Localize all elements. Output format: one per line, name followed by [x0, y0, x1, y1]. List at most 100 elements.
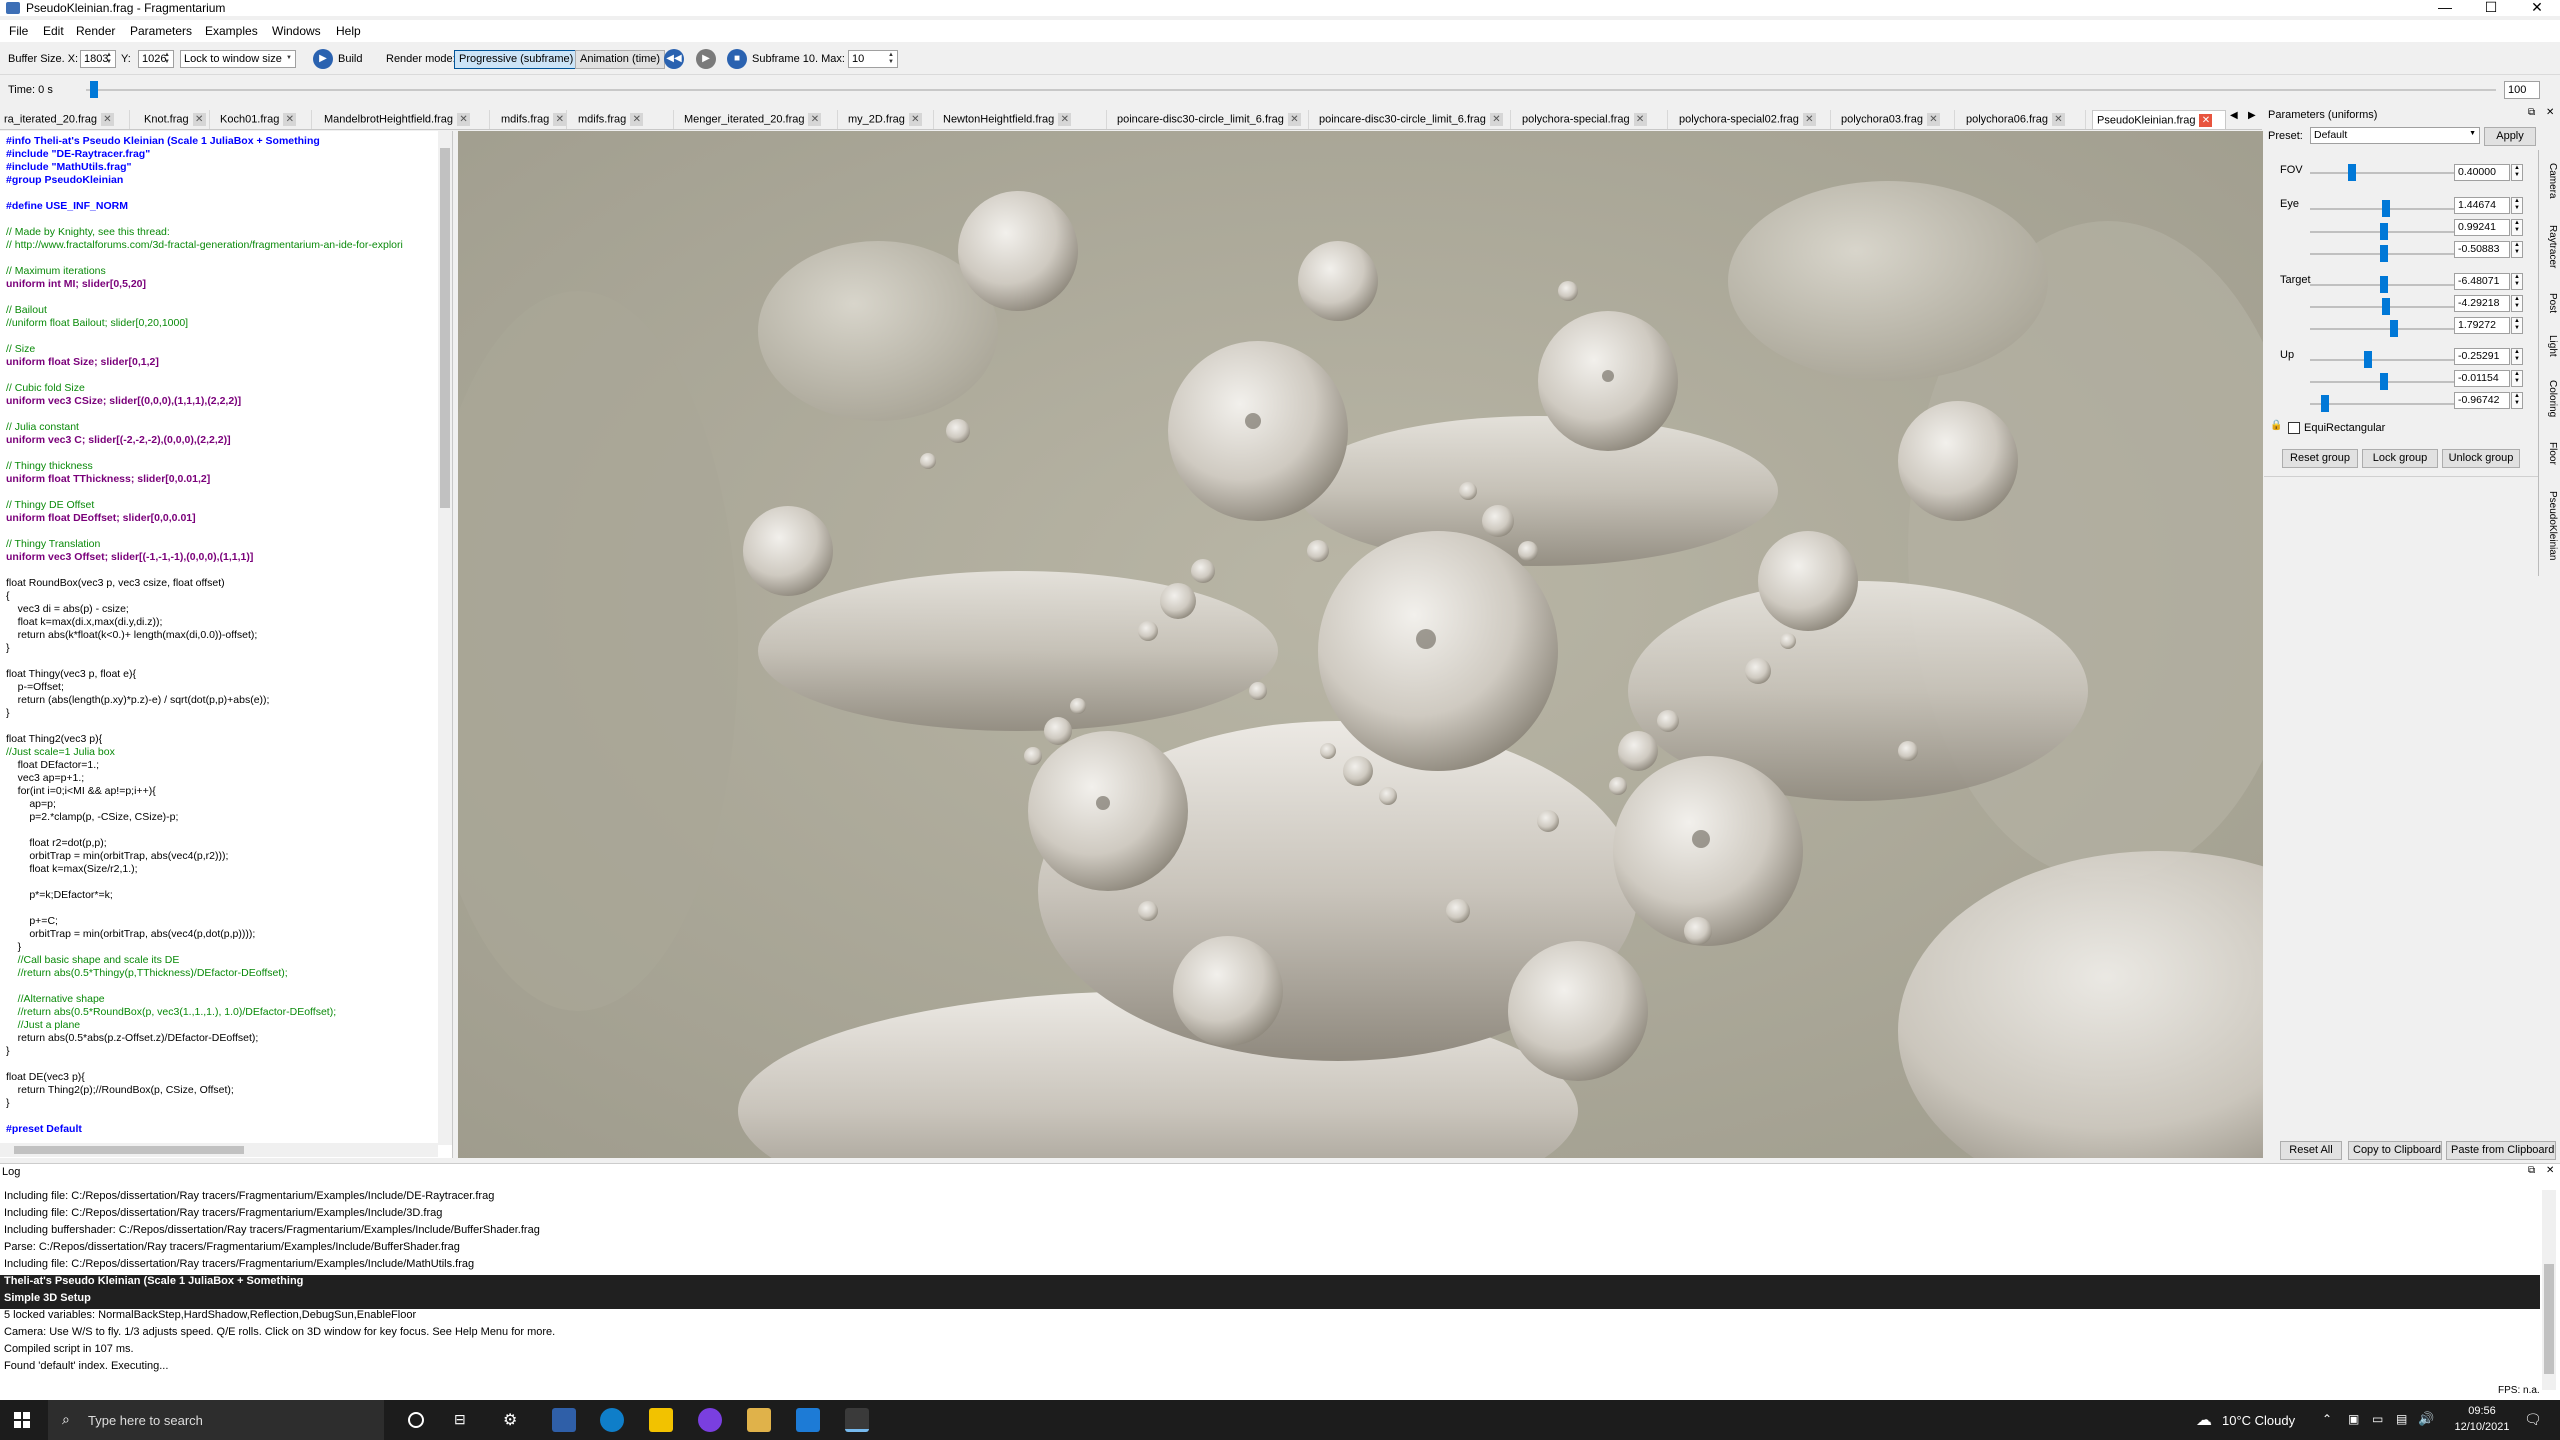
notifications-icon[interactable]: 🗨 [2524, 1411, 2542, 1428]
code-line[interactable] [6, 824, 438, 837]
menu-examples[interactable]: Examples [205, 24, 258, 38]
equirectangular-checkbox[interactable] [2288, 422, 2300, 434]
code-line[interactable] [6, 291, 438, 304]
code-line[interactable] [6, 876, 438, 889]
maximize-button[interactable]: ☐ [2468, 0, 2514, 16]
code-line[interactable] [6, 902, 438, 915]
edge-browser-icon[interactable] [600, 1408, 624, 1432]
code-line[interactable]: } [6, 642, 438, 655]
code-line[interactable] [6, 720, 438, 733]
code-line[interactable]: float RoundBox(vec3 p, vec3 csize, float… [6, 577, 438, 590]
code-line[interactable]: p+=C; [6, 915, 438, 928]
code-line[interactable] [6, 447, 438, 460]
code-line[interactable]: #preset Default [6, 1123, 438, 1135]
stop-icon[interactable]: ■ [727, 49, 747, 69]
close-tab-icon[interactable]: ✕ [2199, 114, 2213, 127]
code-line[interactable]: // http://www.fractalforums.com/3d-fract… [6, 239, 438, 252]
file-explorer-icon[interactable] [747, 1408, 771, 1432]
code-line[interactable]: //return abs(0.5*RoundBox(p, vec3(1.,1.,… [6, 1006, 438, 1019]
code-line[interactable]: // Thingy Translation [6, 538, 438, 551]
task-view-icon[interactable]: ⊟ [454, 1411, 466, 1428]
lock-icon[interactable]: 🔒 [2270, 420, 2282, 434]
close-tab-icon[interactable]: ✕ [630, 113, 644, 126]
close-tab-icon[interactable]: ✕ [1287, 113, 1301, 126]
tab-scroll-left-icon[interactable]: ◀ [2230, 110, 2238, 121]
code-line[interactable]: orbitTrap = min(orbitTrap, abs(vec4(p,do… [6, 928, 438, 941]
menu-windows[interactable]: Windows [272, 24, 321, 38]
code-line[interactable]: } [6, 1097, 438, 1110]
code-line[interactable]: //Alternative shape [6, 993, 438, 1006]
menu-parameters[interactable]: Parameters [130, 24, 192, 38]
app-icon-shortcut[interactable] [552, 1408, 576, 1432]
code-line[interactable] [6, 980, 438, 993]
close-tab-icon[interactable]: ✕ [192, 113, 206, 126]
eye-x-slider-handle[interactable] [2382, 200, 2390, 217]
fov-slider-handle[interactable] [2348, 164, 2356, 181]
clock-time[interactable]: 09:56 [2452, 1405, 2512, 1417]
code-line[interactable]: p*=k;DEfactor*=k; [6, 889, 438, 902]
tab-raytracer[interactable]: Raytracer [2538, 212, 2558, 282]
lock-size-select[interactable]: Lock to window size ▼ [180, 50, 296, 68]
eye-y-field[interactable]: 0.99241 [2454, 219, 2510, 236]
network-icon[interactable]: ▤ [2396, 1412, 2407, 1426]
code-line[interactable]: #group PseudoKleinian [6, 174, 438, 187]
menu-help[interactable]: Help [336, 24, 361, 38]
tab-coloring[interactable]: Coloring [2538, 368, 2558, 430]
lock-group-button[interactable]: Lock group [2362, 449, 2438, 468]
code-line[interactable] [6, 564, 438, 577]
tab-file[interactable]: Menger_iterated_20.frag ✕ [680, 110, 838, 129]
code-line[interactable]: vec3 di = abs(p) - csize; [6, 603, 438, 616]
float-log-icon[interactable]: ⧉ [2528, 1165, 2535, 1176]
code-editor[interactable]: #info Theli-at's Pseudo Kleinian (Scale … [0, 131, 453, 1158]
code-line[interactable]: } [6, 707, 438, 720]
code-line[interactable]: uniform float Size; slider[0,1,2] [6, 356, 438, 369]
code-line[interactable]: #define USE_INF_NORM [6, 200, 438, 213]
close-log-icon[interactable]: ✕ [2546, 1165, 2554, 1176]
time-slider-track[interactable] [86, 89, 2496, 91]
unlock-group-button[interactable]: Unlock group [2442, 449, 2520, 468]
tab-file[interactable]: NewtonHeightfield.frag ✕ [939, 110, 1107, 129]
eye-x-field[interactable]: 1.44674 [2454, 197, 2510, 214]
settings-gear-icon[interactable]: ⚙ [503, 1410, 517, 1430]
tab-floor[interactable]: Floor [2538, 430, 2558, 476]
code-line[interactable]: // Maximum iterations [6, 265, 438, 278]
target-y-stepper[interactable]: ▲ ▼ [2511, 295, 2523, 312]
tab-file[interactable]: mdifs.frag ✕ [574, 110, 674, 129]
code-line[interactable] [6, 525, 438, 538]
code-text[interactable]: #info Theli-at's Pseudo Kleinian (Scale … [6, 135, 438, 1135]
close-tab-icon[interactable]: ✕ [2051, 113, 2065, 126]
tab-file[interactable]: polychora03.frag ✕ [1837, 110, 1955, 129]
eye-x-stepper[interactable]: ▲ ▼ [2511, 197, 2523, 214]
reset-all-button[interactable]: Reset All [2280, 1141, 2342, 1160]
fov-stepper[interactable]: ▲ ▼ [2511, 164, 2523, 181]
apply-preset-button[interactable]: Apply [2484, 127, 2536, 146]
code-line[interactable] [6, 187, 438, 200]
code-line[interactable]: return abs(0.5*abs(p.z-Offset.z)/DEfacto… [6, 1032, 438, 1045]
close-tab-icon[interactable]: ✕ [1058, 113, 1072, 126]
code-line[interactable] [6, 1110, 438, 1123]
up-x-slider-handle[interactable] [2364, 351, 2372, 368]
menu-edit[interactable]: Edit [43, 24, 64, 38]
code-line[interactable]: return Thing2(p);//RoundBox(p, CSize, Of… [6, 1084, 438, 1097]
close-panel-icon[interactable]: ✕ [2546, 107, 2554, 118]
code-line[interactable]: for(int i=0;i<MI && ap!=p;i++){ [6, 785, 438, 798]
code-line[interactable]: #include "DE-Raytracer.frag" [6, 148, 438, 161]
tab-scroll-right-icon[interactable]: ▶ [2248, 110, 2256, 121]
fov-field[interactable]: 0.40000 [2454, 164, 2510, 181]
close-tab-icon[interactable]: ✕ [457, 113, 471, 126]
time-slider-handle[interactable] [90, 81, 98, 98]
float-panel-icon[interactable]: ⧉ [2528, 107, 2535, 118]
code-line[interactable]: // Thingy DE Offset [6, 499, 438, 512]
menu-render[interactable]: Render [76, 24, 115, 38]
up-y-stepper[interactable]: ▲ ▼ [2511, 370, 2523, 387]
tab-file[interactable]: polychora-special.frag ✕ [1518, 110, 1668, 129]
code-line[interactable]: #include "MathUtils.frag" [6, 161, 438, 174]
code-line[interactable] [6, 330, 438, 343]
play-icon[interactable]: ▶ [696, 49, 716, 69]
close-tab-icon[interactable]: ✕ [283, 113, 297, 126]
tab-file[interactable]: polychora-special02.frag ✕ [1675, 110, 1831, 129]
tab-light[interactable]: Light [2538, 324, 2558, 368]
volume-icon[interactable]: 🔊 [2418, 1411, 2434, 1427]
copy-to-clipboard-button[interactable]: Copy to Clipboard [2348, 1141, 2442, 1160]
tab-file[interactable]: Koch01.frag ✕ [216, 110, 312, 129]
